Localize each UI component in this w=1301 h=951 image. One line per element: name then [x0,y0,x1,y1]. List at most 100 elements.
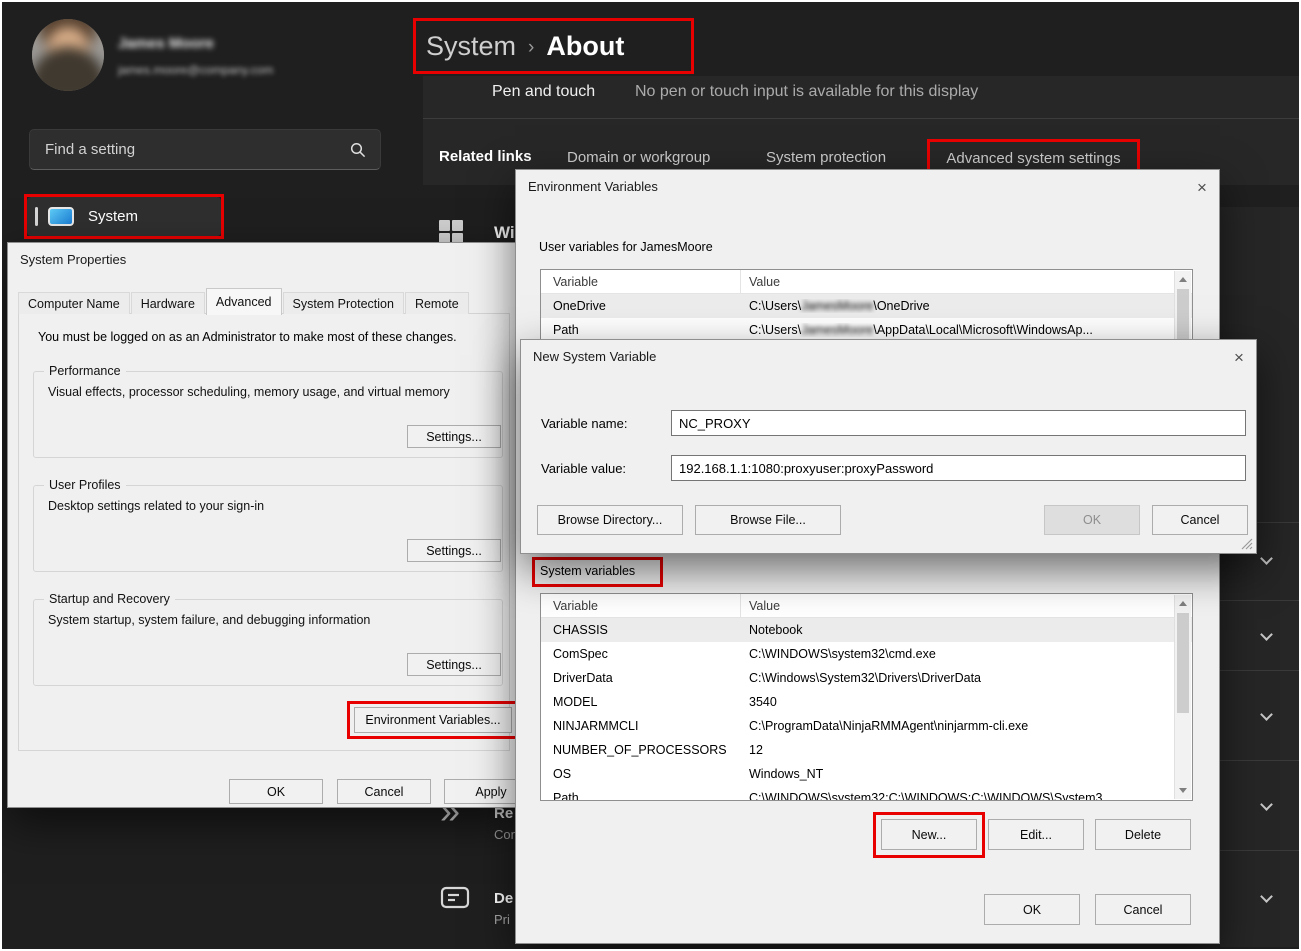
edit-button[interactable]: Edit... [988,819,1084,850]
breadcrumb-parent[interactable]: System [426,31,516,62]
value-cell: Windows_NT [741,767,823,781]
env-system-row[interactable]: Path C:\WINDOWS\system32;C:\WINDOWS;C:\W… [541,786,1192,801]
env-system-row[interactable]: OS Windows_NT [541,762,1192,786]
value-cell: Notebook [741,623,803,637]
table-header: Variable Value [541,594,1192,618]
strip-divider [1220,760,1301,761]
browse-file-button[interactable]: Browse File... [695,505,841,535]
new-system-variable-dialog: New System Variable × Variable name: Var… [520,339,1257,554]
value-cell: C:\Windows\System32\Drivers\DriverData [741,671,981,685]
tab-remote[interactable]: Remote [405,292,469,314]
pen-touch-value: No pen or touch input is available for t… [635,83,978,101]
strip-divider [1220,600,1301,601]
variable-cell: ComSpec [541,647,741,661]
windows-settings-screenshot: James Moore james.moore@company.com Syst… [0,0,1301,951]
startup-recovery-settings-button[interactable]: Settings... [407,653,501,676]
variable-cell: MODEL [541,695,741,709]
env-user-row[interactable]: OneDrive C:\Users\JamesMoore\OneDrive [541,294,1192,318]
pen-touch-label: Pen and touch [492,83,595,101]
new-button[interactable]: New... [881,819,977,850]
close-icon[interactable]: × [1225,345,1253,371]
variable-value-input[interactable] [671,455,1246,481]
dialog-title: Environment Variables [528,179,658,194]
env-system-row[interactable]: ComSpec C:\WINDOWS\system32\cmd.exe [541,642,1192,666]
dialog-title: System Properties [20,252,126,267]
group-title: Startup and Recovery [44,592,175,606]
scroll-up-icon[interactable] [1179,601,1187,606]
env-system-row[interactable]: DriverData C:\Windows\System32\Drivers\D… [541,666,1192,690]
value-cell: 3540 [741,695,777,709]
column-header-value[interactable]: Value [741,270,780,293]
search-icon[interactable] [350,142,366,158]
ok-button[interactable]: OK [984,894,1080,925]
env-system-row[interactable]: MODEL 3540 [541,690,1192,714]
column-header-value[interactable]: Value [741,594,780,617]
system-monitor-icon [48,207,74,226]
scroll-thumb[interactable] [1177,289,1189,341]
variable-cell: NINJARMMCLI [541,719,741,733]
settings-row-title-fragment: De [494,890,513,907]
scrollbar[interactable] [1174,595,1191,799]
environment-variables-button[interactable]: Environment Variables... [354,707,512,733]
startup-recovery-group: Startup and Recovery System startup, sys… [33,599,503,686]
variable-cell: OneDrive [541,299,741,313]
annotation-breadcrumb: System › About [413,18,694,74]
resize-grip-icon[interactable] [1241,538,1253,550]
value-cell: C:\WINDOWS\system32\cmd.exe [741,647,936,661]
user-profiles-settings-button[interactable]: Settings... [407,539,501,562]
admin-note: You must be logged on as an Administrato… [38,330,457,344]
cancel-button[interactable]: Cancel [1152,505,1248,535]
column-header-variable[interactable]: Variable [541,594,741,617]
link-system-protection[interactable]: System protection [766,149,886,166]
dialog-title: New System Variable [533,349,656,364]
value-cell: C:\ProgramData\NinjaRMMAgent\ninjarmm-cl… [741,719,1028,733]
windows-logo-icon [439,220,463,244]
scroll-down-icon[interactable] [1179,788,1187,793]
variable-value-label: Variable value: [541,461,626,476]
close-icon[interactable]: × [1188,175,1216,201]
cancel-button[interactable]: Cancel [337,779,431,804]
strip-divider [1220,670,1301,671]
value-cell: C:\WINDOWS\system32;C:\WINDOWS;C:\WINDOW… [741,791,1113,801]
table-header: Variable Value [541,270,1192,294]
system-variables-label: System variables [540,564,635,578]
scroll-up-icon[interactable] [1179,277,1187,282]
ok-button[interactable]: OK [229,779,323,804]
variable-name-input[interactable] [671,410,1246,436]
performance-settings-button[interactable]: Settings... [407,425,501,448]
env-system-row[interactable]: CHASSIS Notebook [541,618,1192,642]
env-system-row[interactable]: NINJARMMCLI C:\ProgramData\NinjaRMMAgent… [541,714,1192,738]
value-blurred: JamesMoore [801,299,873,313]
delete-button[interactable]: Delete [1095,819,1191,850]
value-prefix: C:\Users\ [749,299,801,313]
search-input[interactable] [30,141,350,158]
sidebar-item-system[interactable]: System [27,197,221,236]
variable-cell: Path [541,323,741,337]
tab-hardware[interactable]: Hardware [131,292,205,314]
value-cell: C:\Users\JamesMoore\AppData\Local\Micros… [741,323,1093,337]
strip-divider [1220,850,1301,851]
performance-group: Performance Visual effects, processor sc… [33,371,503,458]
ok-button-disabled[interactable]: OK [1044,505,1140,535]
link-advanced-system-settings[interactable]: Advanced system settings [946,150,1120,167]
sidebar-item-label: System [88,208,138,225]
breadcrumb-current: About [546,31,624,62]
avatar[interactable] [32,19,104,91]
user-variables-label: User variables for JamesMoore [539,240,713,254]
env-system-row[interactable]: NUMBER_OF_PROCESSORS 12 [541,738,1192,762]
tab-advanced[interactable]: Advanced [206,288,282,315]
link-domain-or-workgroup[interactable]: Domain or workgroup [567,149,710,166]
value-blurred: JamesMoore [801,323,873,337]
cancel-button[interactable]: Cancel [1095,894,1191,925]
value-suffix: \AppData\Local\Microsoft\WindowsAp... [873,323,1093,337]
tab-system-protection[interactable]: System Protection [283,292,404,314]
scroll-thumb[interactable] [1177,613,1189,713]
browse-directory-button[interactable]: Browse Directory... [537,505,683,535]
card-divider [423,118,1301,119]
tab-computer-name[interactable]: Computer Name [18,292,130,314]
variable-cell: CHASSIS [541,623,741,637]
search-box[interactable] [29,129,381,170]
environment-variables-dialog: Environment Variables × User variables f… [515,169,1220,944]
column-header-variable[interactable]: Variable [541,270,741,293]
device-icon [440,886,470,912]
